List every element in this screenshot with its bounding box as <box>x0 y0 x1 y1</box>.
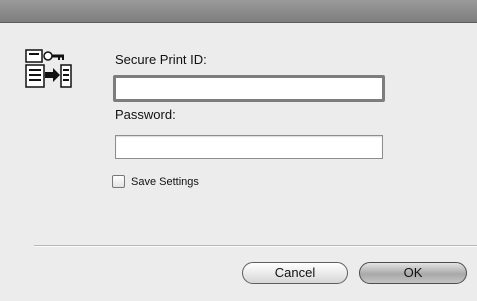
cancel-button[interactable]: Cancel <box>242 262 348 284</box>
secure-print-dialog: Secure Print ID: Password: Save Settings… <box>0 0 477 301</box>
password-label: Password: <box>115 107 176 122</box>
save-settings-checkbox[interactable] <box>112 175 125 188</box>
title-bar[interactable] <box>0 0 477 23</box>
secure-print-icon <box>25 49 72 88</box>
save-settings-option[interactable]: Save Settings <box>112 175 199 188</box>
password-input[interactable] <box>115 135 383 159</box>
ok-button[interactable]: OK <box>359 262 467 284</box>
secure-print-id-label: Secure Print ID: <box>115 52 207 67</box>
divider <box>34 245 477 247</box>
save-settings-label[interactable]: Save Settings <box>131 176 199 188</box>
secure-print-id-input[interactable] <box>113 75 385 102</box>
